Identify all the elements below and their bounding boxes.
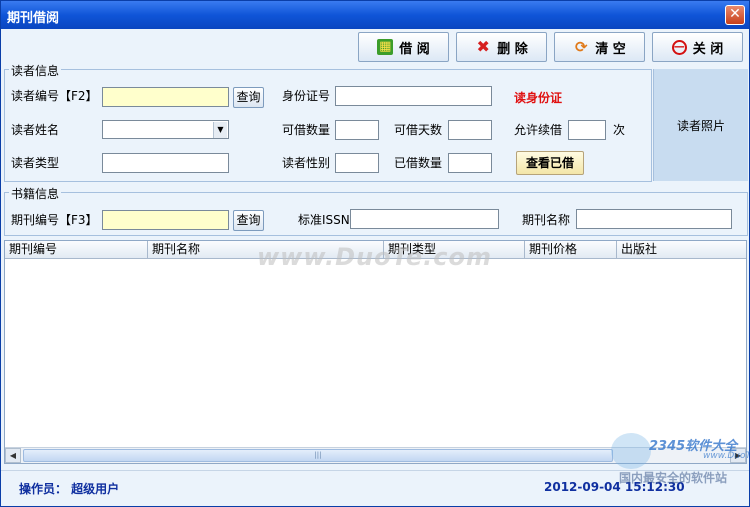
periodical-grid[interactable]: 期刊编号 期刊名称 期刊类型 期刊价格 出版社 ◀ ||| ▶ xyxy=(4,240,747,464)
refresh-icon: ⟳ xyxy=(574,38,588,56)
reader-gender-input[interactable] xyxy=(335,153,379,173)
periodical-name-input[interactable] xyxy=(576,209,732,229)
book-info-title: 书籍信息 xyxy=(9,185,62,202)
borrowable-days-input[interactable] xyxy=(448,120,492,140)
renew-unit: 次 xyxy=(613,123,626,137)
renew-input[interactable] xyxy=(568,120,606,140)
borrowable-count-input[interactable] xyxy=(335,120,379,140)
reader-photo-label: 读者照片 xyxy=(676,118,725,133)
close-button-label: 关 闭 xyxy=(692,41,724,57)
borrow-window: 期刊借阅 ✕ ▦ 借 阅 ✖ 删 除 ⟳ 清 空 — 关 闭 读者信息 读者编号… xyxy=(0,0,750,507)
delete-button-label: 删 除 xyxy=(497,41,528,57)
renew-label: 允许续借 xyxy=(514,123,563,137)
reader-id-label: 读者编号【F2】 xyxy=(11,89,98,103)
periodical-query-button[interactable]: 查询 xyxy=(233,210,264,231)
column-header[interactable]: 期刊编号 xyxy=(5,241,148,258)
reader-gender-label: 读者性别 xyxy=(282,156,331,170)
periodical-id-input[interactable] xyxy=(102,210,229,230)
corner-watermark: 2345软件大全 www.DuoTe.com 国内最安全的软件站 xyxy=(611,433,750,489)
view-borrowed-button[interactable]: 查看已借 xyxy=(516,151,584,175)
borrowed-count-input[interactable] xyxy=(448,153,492,173)
borrow-button[interactable]: ▦ 借 阅 xyxy=(358,32,449,62)
watermark-url: www.DuoTe.com xyxy=(703,451,750,461)
column-header[interactable]: 期刊价格 xyxy=(525,241,617,258)
id-card-input[interactable] xyxy=(335,86,492,106)
watermark-slogan: 国内最安全的软件站 xyxy=(619,471,728,485)
reader-type-label: 读者类型 xyxy=(11,156,60,170)
issn-input[interactable] xyxy=(350,209,499,229)
id-card-label: 身份证号 xyxy=(282,89,331,103)
center-watermark: www.DuoTe.com xyxy=(257,243,492,271)
scroll-thumb[interactable]: ||| xyxy=(23,449,613,462)
clear-button[interactable]: ⟳ 清 空 xyxy=(554,32,645,62)
mascot-logo-icon xyxy=(611,433,651,469)
periodical-id-label: 期刊编号【F3】 xyxy=(11,213,98,227)
issn-label: 标准ISSN xyxy=(298,213,350,227)
delete-icon: ✖ xyxy=(476,37,490,56)
chevron-down-icon[interactable]: ▼ xyxy=(213,122,227,138)
reader-type-input[interactable] xyxy=(102,153,229,173)
window-close-button[interactable]: ✕ xyxy=(725,5,745,25)
reader-name-select[interactable]: ▼ xyxy=(102,120,229,139)
reader-name-label: 读者姓名 xyxy=(11,123,60,137)
delete-button[interactable]: ✖ 删 除 xyxy=(456,32,547,62)
operator-status: 操作员： 超级用户 xyxy=(19,482,120,496)
reader-id-input[interactable] xyxy=(102,87,229,107)
reader-query-button[interactable]: 查询 xyxy=(233,87,264,108)
borrowable-days-label: 可借天数 xyxy=(394,123,443,137)
title-bar: 期刊借阅 ✕ xyxy=(1,1,749,29)
no-entry-icon: — xyxy=(671,39,687,55)
clear-button-label: 清 空 xyxy=(595,41,626,57)
borrowable-count-label: 可借数量 xyxy=(282,123,331,137)
reader-info-title: 读者信息 xyxy=(9,62,62,79)
read-id-card-link[interactable]: 读身份证 xyxy=(514,89,562,106)
borrow-icon: ▦ xyxy=(377,39,394,55)
toolbar: ▦ 借 阅 ✖ 删 除 ⟳ 清 空 — 关 闭 xyxy=(1,29,749,65)
borrowed-count-label: 已借数量 xyxy=(394,156,443,170)
periodical-name-label: 期刊名称 xyxy=(522,213,571,227)
window-title: 期刊借阅 xyxy=(7,11,60,26)
reader-photo: 读者照片 xyxy=(653,69,748,181)
close-button[interactable]: — 关 闭 xyxy=(652,32,743,62)
borrow-button-label: 借 阅 xyxy=(399,41,430,57)
column-header[interactable]: 出版社 xyxy=(617,241,746,258)
scroll-left-icon[interactable]: ◀ xyxy=(5,448,21,463)
